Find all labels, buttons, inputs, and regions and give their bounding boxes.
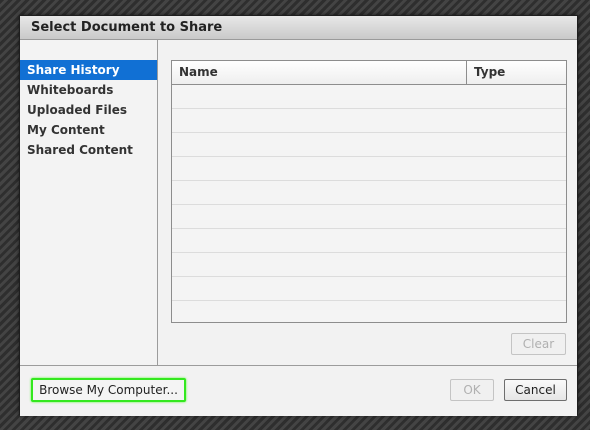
table-row[interactable]	[172, 205, 566, 229]
ok-button[interactable]: OK	[450, 379, 494, 401]
clear-button[interactable]: Clear	[511, 333, 566, 355]
sidebar-item-whiteboards[interactable]: Whiteboards	[20, 80, 157, 100]
dialog-title: Select Document to Share	[31, 20, 223, 35]
cancel-button[interactable]: Cancel	[504, 379, 567, 401]
column-header-name[interactable]: Name	[172, 61, 467, 84]
table-row[interactable]	[172, 253, 566, 277]
sidebar-item-share-history[interactable]: Share History	[20, 60, 157, 80]
table-row[interactable]	[172, 85, 566, 109]
table-row[interactable]	[172, 109, 566, 133]
dialog-titlebar[interactable]: Select Document to Share	[20, 16, 577, 40]
table-row[interactable]	[172, 181, 566, 205]
table-row[interactable]	[172, 301, 566, 322]
documents-table: Name Type	[171, 60, 567, 323]
browse-my-computer-button[interactable]: Browse My Computer...	[31, 378, 186, 402]
sidebar-item-shared-content[interactable]: Shared Content	[20, 140, 157, 160]
sidebar-item-my-content[interactable]: My Content	[20, 120, 157, 140]
column-header-type[interactable]: Type	[467, 61, 566, 84]
select-document-dialog: Select Document to Share Share History W…	[19, 15, 578, 416]
sidebar-item-uploaded-files[interactable]: Uploaded Files	[20, 100, 157, 120]
table-row[interactable]	[172, 157, 566, 181]
table-row[interactable]	[172, 133, 566, 157]
table-row[interactable]	[172, 229, 566, 253]
source-sidebar: Share History Whiteboards Uploaded Files…	[20, 40, 158, 365]
table-header: Name Type	[172, 61, 566, 85]
table-row[interactable]	[172, 277, 566, 301]
